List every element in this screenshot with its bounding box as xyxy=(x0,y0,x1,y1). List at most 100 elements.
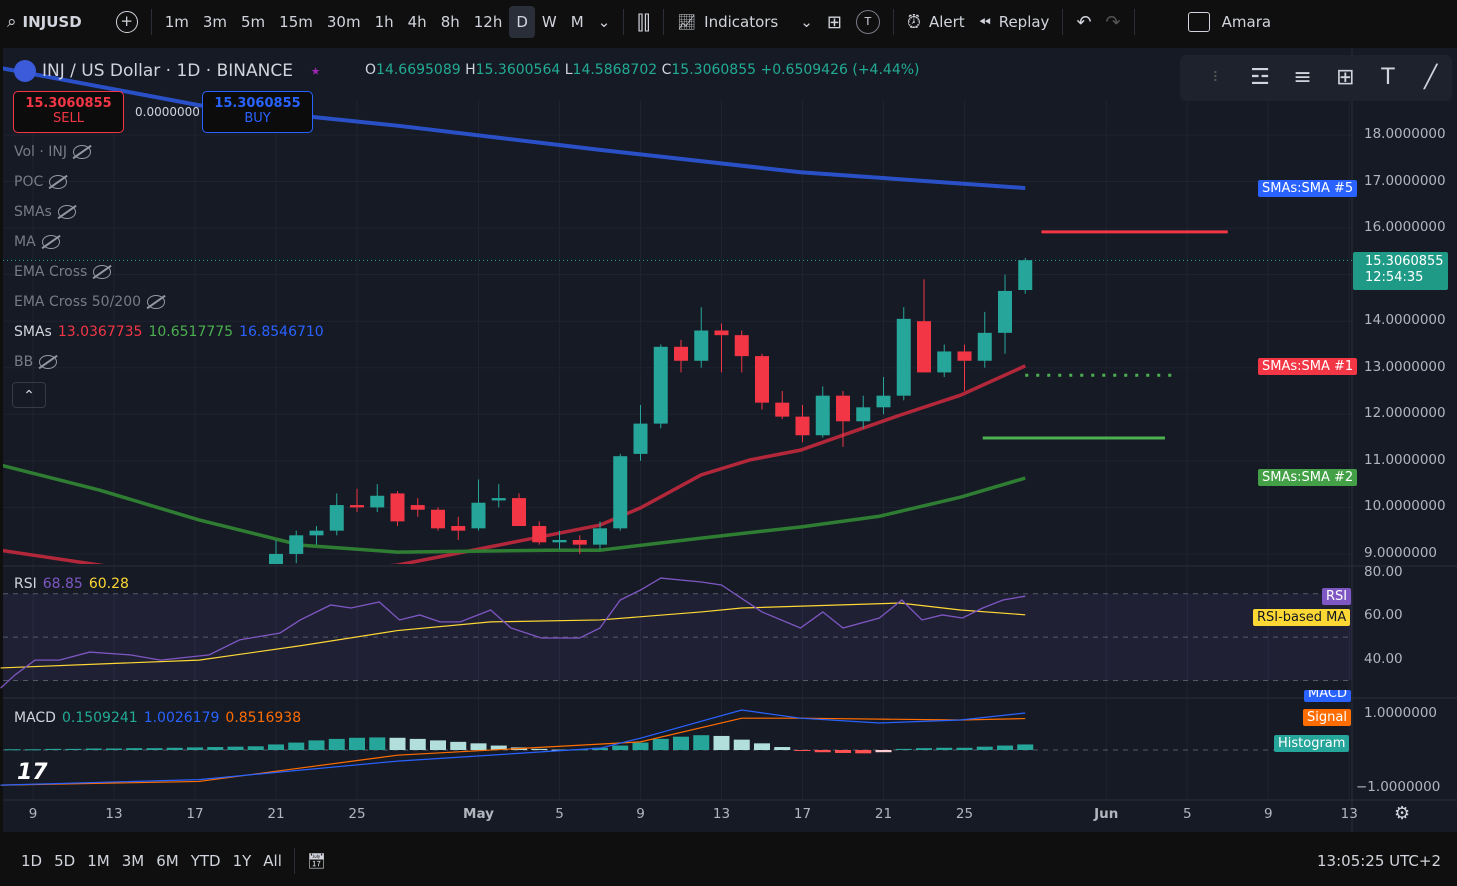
candle[interactable] xyxy=(451,526,466,531)
histogram-bar xyxy=(288,742,305,750)
time-axis-label: 9 xyxy=(1263,806,1273,822)
candle[interactable] xyxy=(937,351,952,373)
range-3M[interactable]: 3M xyxy=(116,852,151,870)
candle[interactable] xyxy=(653,346,668,424)
sell-button[interactable]: 15.3060855 SELL xyxy=(13,91,124,133)
goto-date-button[interactable]: 📅︎ xyxy=(301,852,332,870)
time-axis-label: 21 xyxy=(874,806,893,822)
rsi-axis-label: 60.00 xyxy=(1364,607,1403,623)
candle[interactable] xyxy=(836,395,850,422)
candle[interactable] xyxy=(917,321,931,373)
histogram-bar xyxy=(733,739,750,750)
candle[interactable] xyxy=(309,530,324,536)
candle[interactable] xyxy=(410,505,425,510)
candle[interactable] xyxy=(613,456,628,529)
symbol-title: INJ / US Dollar · 1D · BINANCE ⭑ xyxy=(14,60,320,82)
eye-off-icon[interactable] xyxy=(39,355,58,369)
candle[interactable] xyxy=(795,416,810,436)
range-1M[interactable]: 1M xyxy=(81,852,116,870)
candle[interactable] xyxy=(775,402,790,417)
tradingview-logo: 17 xyxy=(17,760,48,785)
candle[interactable] xyxy=(856,407,871,422)
indicator-legend[interactable]: SMAs xyxy=(14,204,76,220)
brush-icon[interactable]: ╱ xyxy=(1416,63,1446,93)
histogram-bar xyxy=(835,750,851,753)
candle[interactable] xyxy=(1018,260,1033,291)
candle[interactable] xyxy=(491,498,506,501)
indicator-legend[interactable]: Vol · INJ xyxy=(14,144,92,160)
collapse-legend-button[interactable]: ⌃ xyxy=(12,382,46,408)
indicator-legend[interactable]: EMA Cross 50/200 xyxy=(14,294,166,310)
eye-off-icon[interactable] xyxy=(73,145,92,159)
indicator-legend[interactable]: EMA Cross xyxy=(14,264,112,280)
eye-off-icon[interactable] xyxy=(93,265,112,279)
candle[interactable] xyxy=(512,498,526,527)
rsi-axis-label: 80.00 xyxy=(1364,564,1403,580)
eye-off-icon[interactable] xyxy=(57,205,76,219)
macd-legend[interactable]: MACD 0.1509241 1.0026179 0.8516938 xyxy=(14,710,301,726)
candle[interactable] xyxy=(431,509,445,529)
candle[interactable] xyxy=(289,535,304,554)
candle[interactable] xyxy=(815,395,830,436)
price-axis-label: 13.0000000 xyxy=(1364,358,1446,375)
histogram-bar xyxy=(794,750,811,751)
share-icon[interactable]: ⭑ xyxy=(311,61,320,81)
eye-off-icon[interactable] xyxy=(147,295,166,309)
settings-gear-icon[interactable]: ⚙ xyxy=(1394,803,1410,824)
histogram-bar xyxy=(713,735,730,750)
candle[interactable] xyxy=(593,528,607,545)
candle[interactable] xyxy=(957,351,972,361)
buy-button[interactable]: 15.3060855 BUY xyxy=(202,91,313,133)
range-1Y[interactable]: 1Y xyxy=(227,852,258,870)
rsi-axis-label: 40.00 xyxy=(1364,651,1403,667)
histogram-bar xyxy=(227,746,244,750)
candle[interactable] xyxy=(471,502,486,529)
patterns-icon[interactable]: ⊞ xyxy=(1330,63,1360,93)
fib-icon[interactable]: ≡ xyxy=(1288,63,1318,93)
text-icon[interactable]: T xyxy=(1373,63,1403,93)
histogram-bar xyxy=(389,737,406,750)
histogram-bar xyxy=(936,747,953,750)
range-1D[interactable]: 1D xyxy=(15,852,48,870)
indicator-legend[interactable]: POC xyxy=(14,174,68,190)
candle[interactable] xyxy=(552,539,567,543)
bb-legend[interactable]: BB xyxy=(14,354,58,370)
candle[interactable] xyxy=(977,332,992,361)
smas-legend[interactable]: SMAs 13.0367735 10.6517775 16.8546710 xyxy=(14,324,324,340)
histogram-bar xyxy=(45,748,62,750)
trend-lines-icon[interactable]: ☲ xyxy=(1245,63,1275,93)
macd-tag: MACD xyxy=(1304,690,1351,702)
ohlc-values: O14.6695089 H15.3600564 L14.5868702 C15.… xyxy=(365,62,920,78)
candle[interactable] xyxy=(998,290,1012,333)
candle[interactable] xyxy=(674,346,688,361)
candle[interactable] xyxy=(390,493,405,522)
time-axis-label: 25 xyxy=(348,806,366,822)
candle[interactable] xyxy=(532,526,547,543)
range-YTD[interactable]: YTD xyxy=(185,852,227,870)
drag-handle-icon[interactable]: ⠇ xyxy=(1202,63,1232,93)
candle[interactable] xyxy=(633,423,648,454)
candle[interactable] xyxy=(734,335,749,357)
candle[interactable] xyxy=(714,330,729,336)
range-6M[interactable]: 6M xyxy=(150,852,185,870)
candle[interactable] xyxy=(370,495,385,508)
indicator-legend[interactable]: MA xyxy=(14,234,60,250)
histogram-bar xyxy=(531,748,548,750)
candle[interactable] xyxy=(876,395,891,408)
histogram-bar xyxy=(632,742,649,750)
eye-off-icon[interactable] xyxy=(41,235,60,249)
range-All[interactable]: All xyxy=(257,852,288,870)
histogram-bar xyxy=(430,740,446,750)
candle[interactable] xyxy=(350,505,364,508)
candle[interactable] xyxy=(694,330,709,361)
drawing-toolbar: ⠇ ☲ ≡ ⊞ T ╱ xyxy=(1180,55,1452,101)
histogram-bar xyxy=(146,748,163,750)
candle[interactable] xyxy=(755,356,769,403)
rsi-legend[interactable]: RSI 68.85 60.28 xyxy=(14,576,129,592)
candle[interactable] xyxy=(329,505,344,531)
candle[interactable] xyxy=(572,539,587,545)
range-5D[interactable]: 5D xyxy=(48,852,81,870)
clock[interactable]: 13:05:25 UTC+2 xyxy=(1311,852,1447,870)
candle[interactable] xyxy=(896,318,911,396)
eye-off-icon[interactable] xyxy=(49,175,68,189)
